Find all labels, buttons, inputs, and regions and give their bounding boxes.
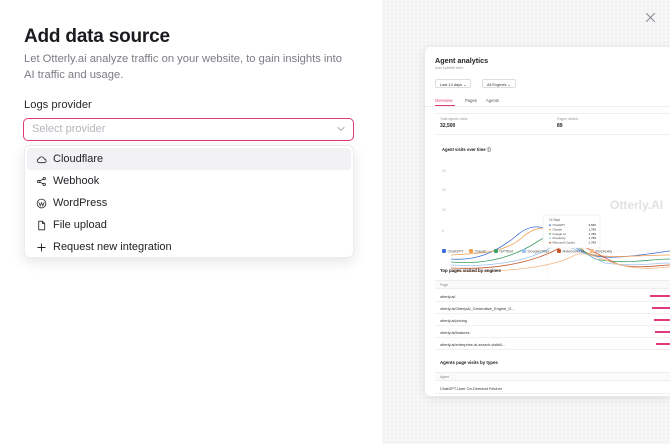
dialog-subtitle: Let Otterly.ai analyze traffic on your w… bbox=[24, 53, 342, 81]
legend-item: GPTBot bbox=[494, 249, 513, 254]
table-row: otterly.ai/features bbox=[435, 327, 670, 338]
agent-visits-line-chart: 20 15 10 5 0 10 Sept 12 Sept 14 Sept 15 … bbox=[442, 169, 670, 287]
dialog-title: Add data source bbox=[24, 26, 170, 47]
date-range-filter: Last 14 days ⌄ bbox=[435, 79, 472, 88]
tooltip-row-marker bbox=[549, 241, 551, 244]
provider-select-placeholder: Select provider bbox=[32, 123, 106, 135]
menu-item-wordpress[interactable]: WordPress bbox=[27, 192, 351, 214]
table-row: otterly.ai/OtterlyAI_Generative_Engine_O… bbox=[435, 303, 670, 314]
y-axis-ticks: 20 15 10 5 0 bbox=[442, 169, 446, 253]
table-row: ChatGPT-User On-Demand Fetcher bbox=[435, 383, 670, 394]
tooltip-row-name: ChatGPT bbox=[553, 223, 566, 227]
tab-divider bbox=[425, 106, 670, 107]
page-visit-bar bbox=[652, 307, 670, 309]
tooltip-row-value: 1,789 bbox=[588, 236, 596, 240]
logs-provider-label: Logs provider bbox=[24, 99, 92, 111]
stat-value: 32,500 bbox=[440, 123, 456, 129]
menu-item-request-integration[interactable]: Request new integration bbox=[27, 236, 351, 258]
chart-tooltip: 14 Sept ChatGPT 3,560 Claude 1,789 Google AI… bbox=[542, 214, 601, 249]
tab-overview: Overview bbox=[435, 98, 453, 103]
tooltip-row-value: 1,789 bbox=[588, 227, 596, 231]
y-tick-label: 20 bbox=[442, 169, 446, 173]
close-icon[interactable] bbox=[645, 12, 656, 23]
otterly-watermark-logo: Otterly.AI bbox=[610, 198, 664, 212]
tooltip-row-value: 1,789 bbox=[588, 232, 596, 236]
tooltip-row-marker bbox=[549, 237, 551, 240]
y-tick-label: 10 bbox=[442, 208, 446, 212]
menu-item-label: Cloudflare bbox=[53, 153, 104, 165]
tooltip-row-name: Microsoft Copilot bbox=[553, 241, 576, 245]
provider-dropdown-menu: Cloudflare Webhook WordPress File upload… bbox=[24, 145, 354, 258]
menu-item-label: Request new integration bbox=[53, 241, 172, 253]
legend-item: Perplexity bbox=[590, 249, 612, 254]
agents-section-title: Agents page visits by types bbox=[440, 360, 498, 365]
preview-subtitle: Add subtitle here bbox=[435, 66, 464, 70]
plus-icon bbox=[37, 242, 46, 252]
share-nodes-icon bbox=[37, 176, 46, 186]
chart-title: Agent visits over time ⓘ bbox=[442, 147, 491, 152]
tooltip-date: 14 Sept bbox=[549, 218, 560, 222]
tooltip-row-marker bbox=[549, 224, 551, 226]
engines-filter: All Engines ⌄ bbox=[482, 79, 516, 88]
legend-item: NotebookLM bbox=[557, 249, 584, 254]
top-pages-header: Page bbox=[435, 280, 670, 289]
provider-select[interactable]: Select provider bbox=[23, 118, 354, 141]
stat-label: Total agents visits bbox=[440, 117, 468, 121]
stats-row: Total agents visits 32,500 Pages visited… bbox=[435, 113, 670, 135]
dialog-panel: Add data source Let Otterly.ai analyze t… bbox=[0, 0, 382, 444]
menu-item-label: File upload bbox=[53, 219, 107, 231]
stat-label: Pages visited bbox=[557, 117, 578, 121]
legend-item: ChatGPT bbox=[442, 249, 463, 254]
page-visit-bar bbox=[654, 319, 670, 321]
wordpress-icon bbox=[36, 198, 47, 208]
tooltip-row-value: 1,789 bbox=[588, 241, 596, 245]
tooltip-row-name: Perplexity bbox=[553, 236, 567, 240]
top-pages-title: Top pages visited by engines bbox=[440, 268, 501, 273]
y-tick-label: 15 bbox=[442, 188, 446, 192]
legend-item: GoogleOther bbox=[522, 249, 549, 254]
tooltip-row-marker bbox=[549, 228, 551, 231]
menu-item-file-upload[interactable]: File upload bbox=[27, 214, 351, 236]
legend-item: Claude bbox=[469, 249, 487, 254]
menu-item-label: Webhook bbox=[53, 175, 100, 187]
tab-agents: Agents bbox=[486, 98, 500, 103]
menu-item-cloudflare[interactable]: Cloudflare bbox=[27, 148, 351, 170]
cloud-icon bbox=[37, 155, 47, 163]
agents-header: Agent bbox=[435, 372, 670, 381]
table-row: otterly.ai/ bbox=[435, 291, 670, 302]
page-visit-bar bbox=[656, 343, 670, 345]
menu-item-label: WordPress bbox=[53, 197, 108, 209]
tooltip-row-marker bbox=[549, 233, 551, 235]
chevron-down-icon bbox=[337, 126, 345, 132]
preview-title: Agent analytics bbox=[435, 56, 489, 65]
tab-pages: Pages bbox=[465, 98, 477, 103]
page-visit-bar bbox=[650, 295, 670, 297]
file-icon bbox=[38, 220, 46, 230]
tooltip-row-name: Google AI bbox=[553, 232, 566, 236]
y-tick-label: 5 bbox=[442, 229, 444, 233]
stat-value: 89 bbox=[557, 123, 563, 129]
analytics-preview-card: Agent analytics Add subtitle here Last 1… bbox=[425, 47, 670, 396]
page-visit-bar bbox=[655, 331, 670, 333]
table-row: otterly.ai/pricing bbox=[435, 315, 670, 326]
menu-item-webhook[interactable]: Webhook bbox=[27, 170, 351, 192]
tooltip-row-value: 3,560 bbox=[588, 223, 596, 227]
table-row: otterly.ai/enterprise-ai-search-visibili… bbox=[435, 339, 670, 350]
tooltip-row-name: Claude bbox=[553, 227, 563, 231]
